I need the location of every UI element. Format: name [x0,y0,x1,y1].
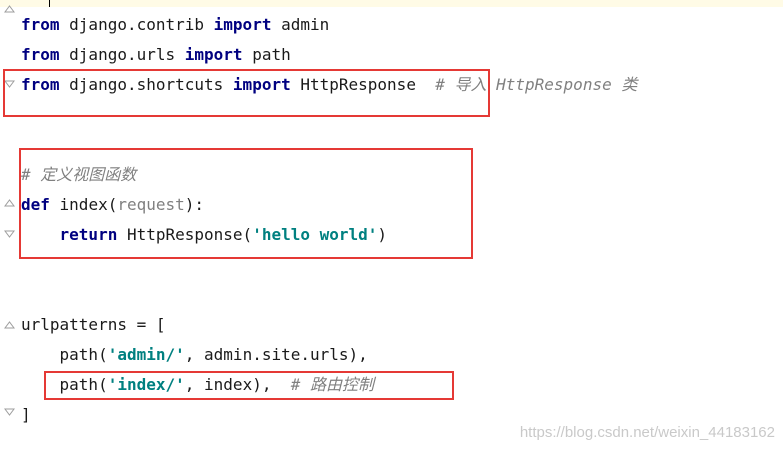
code-editor[interactable]: from django.contrib import admin from dj… [0,0,783,449]
code-line-10[interactable]: urlpatterns = [ [21,310,166,340]
code-text: django.urls [59,45,185,64]
code-line-1[interactable]: from django.contrib import admin [21,10,329,40]
highlight-box-import [3,69,490,117]
fold-collapse-icon[interactable] [4,4,15,13]
fold-end-icon[interactable] [4,408,15,417]
code-text: urlpatterns = [ [21,315,166,334]
code-line-13[interactable]: ] [21,400,31,430]
code-line-11[interactable]: path('admin/', admin.site.urls), [21,340,368,370]
code-text: admin [271,15,330,34]
string-literal: 'admin/' [107,345,185,364]
watermark-text: https://blog.csdn.net/weixin_44183162 [519,424,775,441]
keyword: import [213,15,272,34]
keyword: from [21,45,60,64]
highlight-box-route [44,371,454,400]
current-line-highlight [0,0,783,7]
code-line-2[interactable]: from django.urls import path [21,40,291,70]
fold-end-icon[interactable] [4,230,15,239]
code-text: , admin.site.urls), [184,345,368,364]
code-text: path [242,45,291,64]
text-caret [49,0,50,7]
fold-collapse-icon[interactable] [4,320,15,329]
keyword: import [184,45,243,64]
code-text: django.contrib [59,15,214,34]
code-text: ] [21,405,31,424]
keyword: from [21,15,60,34]
highlight-box-view-function [19,148,473,259]
code-text: path( [21,345,108,364]
fold-collapse-icon[interactable] [4,198,15,207]
